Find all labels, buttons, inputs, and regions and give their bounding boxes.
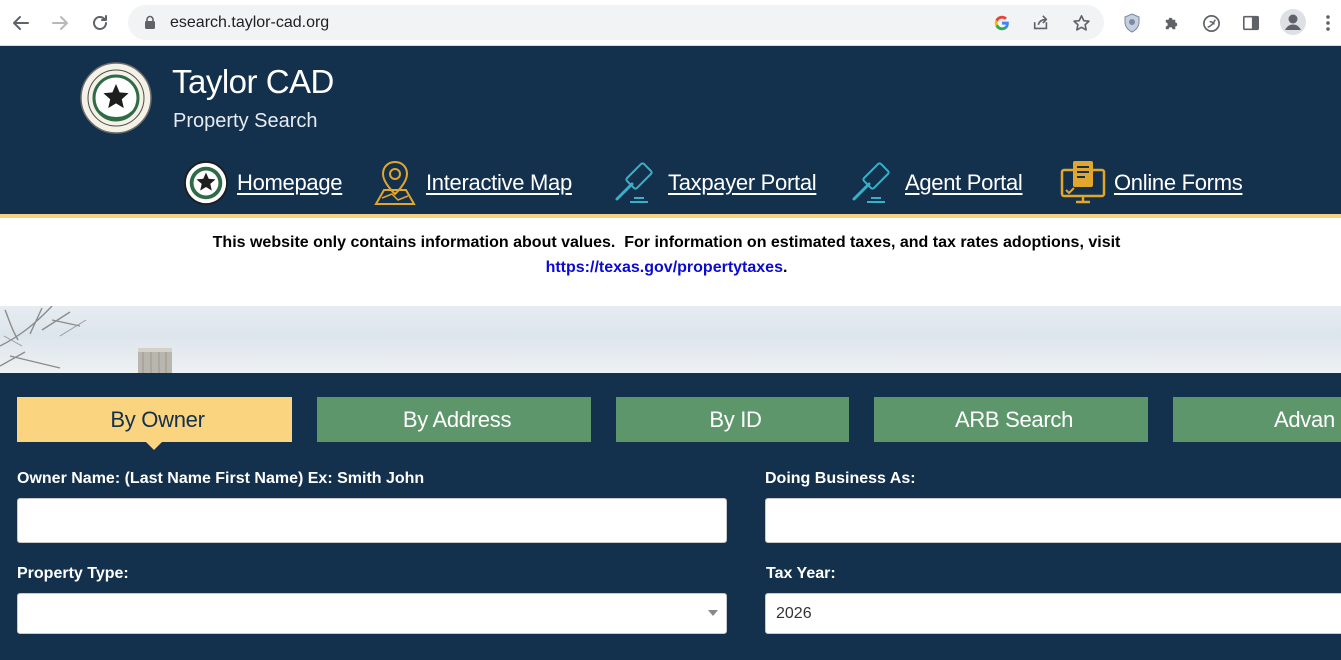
back-icon[interactable] — [9, 9, 33, 37]
nav-homepage-link[interactable]: Homepage — [181, 158, 343, 208]
side-panel-icon[interactable] — [1240, 12, 1262, 34]
property-type-label: Property Type: — [17, 565, 129, 582]
property-type-select[interactable] — [17, 593, 727, 634]
notice-text: This website only contains information a… — [212, 234, 1121, 251]
notice-link-line: https://texas.gov/propertytaxes. — [0, 259, 1333, 277]
puzzle-extensions-icon[interactable] — [1160, 12, 1182, 34]
computer-form-icon — [1058, 158, 1108, 208]
tab-advanced-label[interactable]: Advan — [1274, 407, 1335, 433]
leaf-icon[interactable] — [1200, 12, 1222, 34]
landscape-photo — [0, 306, 172, 373]
tab-arb-search-label[interactable]: ARB Search — [955, 407, 1073, 433]
nav-agent-portal-label[interactable]: Agent Portal — [905, 170, 1023, 196]
nav-online-forms-link[interactable]: Online Forms — [1058, 158, 1243, 208]
banner-image — [0, 306, 1341, 373]
share-icon[interactable] — [1031, 13, 1051, 33]
gavel-icon — [612, 158, 662, 208]
nav-taxpayer-portal-link[interactable]: Taxpayer Portal — [612, 158, 817, 208]
dba-input[interactable] — [765, 498, 1341, 543]
tab-by-owner-label[interactable]: By Owner — [110, 407, 204, 433]
tab-arb-search[interactable]: ARB Search — [874, 397, 1148, 442]
site-title: Taylor CAD — [172, 63, 334, 100]
tax-year-label: Tax Year: — [766, 565, 836, 582]
nav-interactive-map-label[interactable]: Interactive Map — [426, 170, 572, 196]
url-text[interactable]: esearch.taylor-cad.org — [170, 14, 329, 32]
nav-interactive-map-link[interactable]: Interactive Map — [370, 158, 572, 208]
tab-by-address-label[interactable]: By Address — [403, 407, 512, 433]
propertytaxes-link[interactable]: https://texas.gov/propertytaxes — [546, 259, 783, 276]
tab-by-id-label[interactable]: By ID — [709, 407, 762, 433]
owner-name-input[interactable] — [17, 498, 727, 543]
forward-icon[interactable] — [48, 9, 72, 37]
google-icon[interactable] — [992, 13, 1012, 33]
address-bar[interactable]: esearch.taylor-cad.org — [128, 5, 1104, 40]
county-seal-logo[interactable] — [80, 62, 152, 134]
notice-trailing-period: . — [782, 259, 788, 276]
tab-by-address[interactable]: By Address — [317, 397, 591, 442]
chevron-down-icon[interactable] — [708, 610, 718, 616]
gavel-icon — [849, 158, 899, 208]
nav-homepage-label[interactable]: Homepage — [237, 170, 343, 196]
nav-online-forms-label[interactable]: Online Forms — [1114, 170, 1243, 196]
browser-toolbar: esearch.taylor-cad.org — [0, 0, 1341, 46]
tax-year-input[interactable] — [765, 593, 1341, 634]
owner-name-label: Owner Name: (Last Name First Name) Ex: S… — [17, 470, 425, 487]
map-pin-icon — [370, 158, 420, 208]
bookmark-star-icon[interactable] — [1071, 13, 1091, 33]
tab-by-id[interactable]: By ID — [616, 397, 849, 442]
active-tab-caret — [145, 441, 163, 450]
nav-agent-portal-link[interactable]: Agent Portal — [849, 158, 1023, 208]
tab-by-owner[interactable]: By Owner — [17, 397, 292, 442]
shield-extension-icon[interactable] — [1121, 12, 1143, 34]
lock-icon[interactable] — [144, 15, 156, 30]
star-seal-icon — [181, 158, 231, 208]
site-header: Taylor CAD Property Search Homepage Inte… — [0, 46, 1341, 214]
reload-icon[interactable] — [88, 9, 112, 37]
nav-taxpayer-portal-label[interactable]: Taxpayer Portal — [668, 170, 817, 196]
profile-avatar-icon[interactable] — [1280, 9, 1306, 35]
values-notice: This website only contains information a… — [0, 218, 1341, 306]
site-subtitle: Property Search — [173, 110, 318, 132]
search-panel: By Owner By Address By ID ARB Search Adv… — [0, 373, 1341, 660]
tab-advanced[interactable]: Advan — [1173, 397, 1341, 442]
dba-label: Doing Business As: — [765, 470, 916, 487]
more-menu-icon[interactable] — [1320, 12, 1336, 34]
